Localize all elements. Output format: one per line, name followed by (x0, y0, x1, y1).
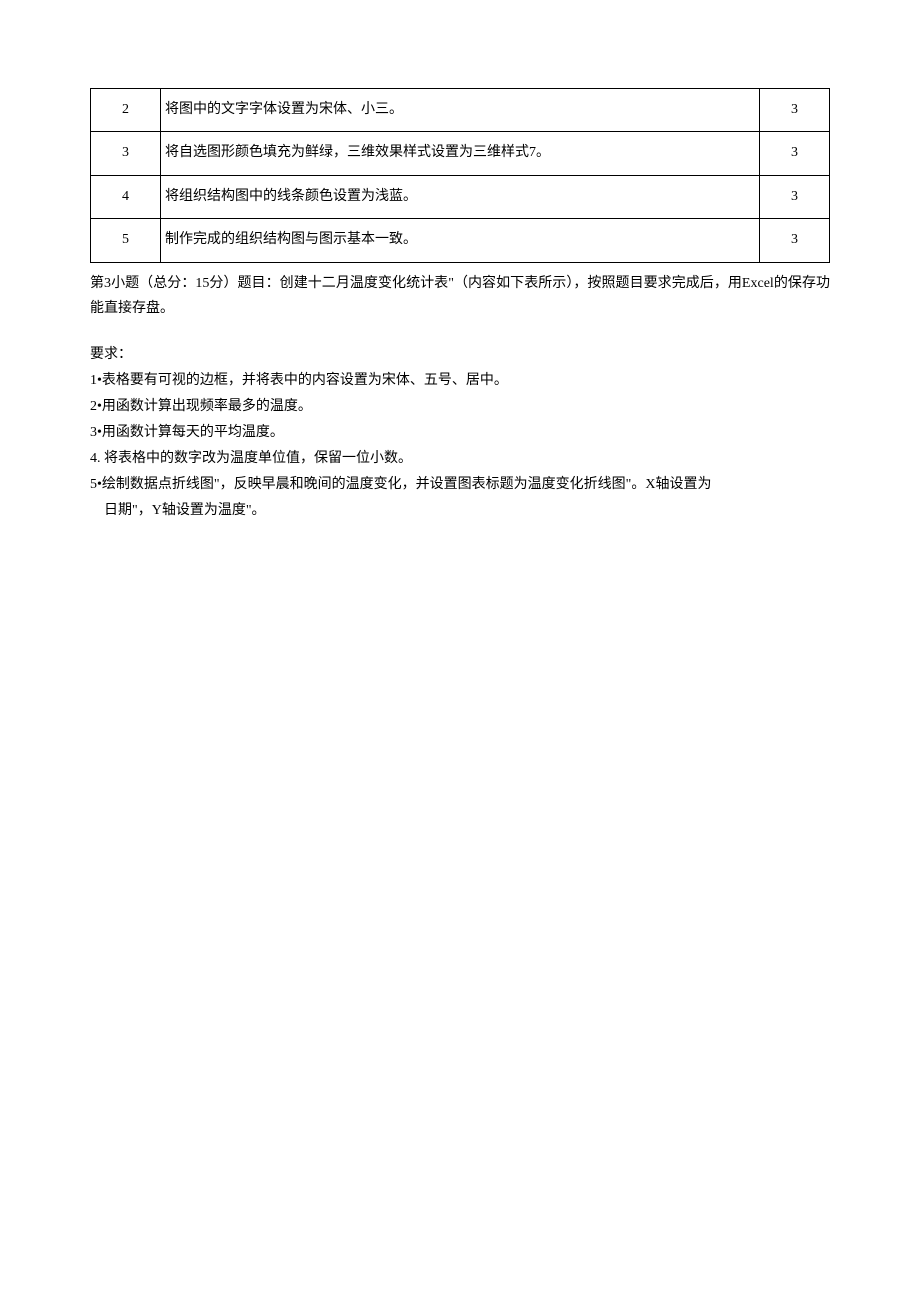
requirement-item: 3•用函数计算每天的平均温度。 (90, 420, 830, 446)
table-row: 3 将自选图形颜色填充为鲜绿，三维效果样式设置为三维样式7。 3 (91, 132, 830, 175)
row-number: 3 (91, 132, 161, 175)
question-intro: 第3小题（总分：15分）题目：创建十二月温度变化统计表"（内容如下表所示），按照… (90, 271, 830, 323)
table-row: 5 制作完成的组织结构图与图示基本一致。 3 (91, 219, 830, 262)
row-number: 2 (91, 89, 161, 132)
row-score: 3 (760, 132, 830, 175)
row-score: 3 (760, 219, 830, 262)
row-score: 3 (760, 89, 830, 132)
requirements-heading: 要求： (90, 342, 830, 368)
requirement-item-continuation: 日期"，Y轴设置为温度"。 (90, 498, 830, 524)
requirement-item: 1•表格要有可视的边框，并将表中的内容设置为宋体、五号、居中。 (90, 368, 830, 394)
row-description: 将组织结构图中的线条颜色设置为浅蓝。 (161, 175, 760, 218)
row-description: 将自选图形颜色填充为鲜绿，三维效果样式设置为三维样式7。 (161, 132, 760, 175)
table-row: 2 将图中的文字字体设置为宋体、小三。 3 (91, 89, 830, 132)
row-number: 5 (91, 219, 161, 262)
requirement-item: 5•绘制数据点折线图"，反映早晨和晚间的温度变化，并设置图表标题为温度变化折线图… (90, 472, 830, 498)
requirement-item: 2•用函数计算出现频率最多的温度。 (90, 394, 830, 420)
page-content: 2 将图中的文字字体设置为宋体、小三。 3 3 将自选图形颜色填充为鲜绿，三维效… (0, 88, 920, 564)
requirement-item: 4. 将表格中的数字改为温度单位值，保留一位小数。 (90, 446, 830, 472)
table-row: 4 将组织结构图中的线条颜色设置为浅蓝。 3 (91, 175, 830, 218)
row-number: 4 (91, 175, 161, 218)
score-table: 2 将图中的文字字体设置为宋体、小三。 3 3 将自选图形颜色填充为鲜绿，三维效… (90, 88, 830, 263)
requirements-block: 要求： 1•表格要有可视的边框，并将表中的内容设置为宋体、五号、居中。 2•用函… (90, 342, 830, 523)
row-score: 3 (760, 175, 830, 218)
row-description: 将图中的文字字体设置为宋体、小三。 (161, 89, 760, 132)
row-description: 制作完成的组织结构图与图示基本一致。 (161, 219, 760, 262)
